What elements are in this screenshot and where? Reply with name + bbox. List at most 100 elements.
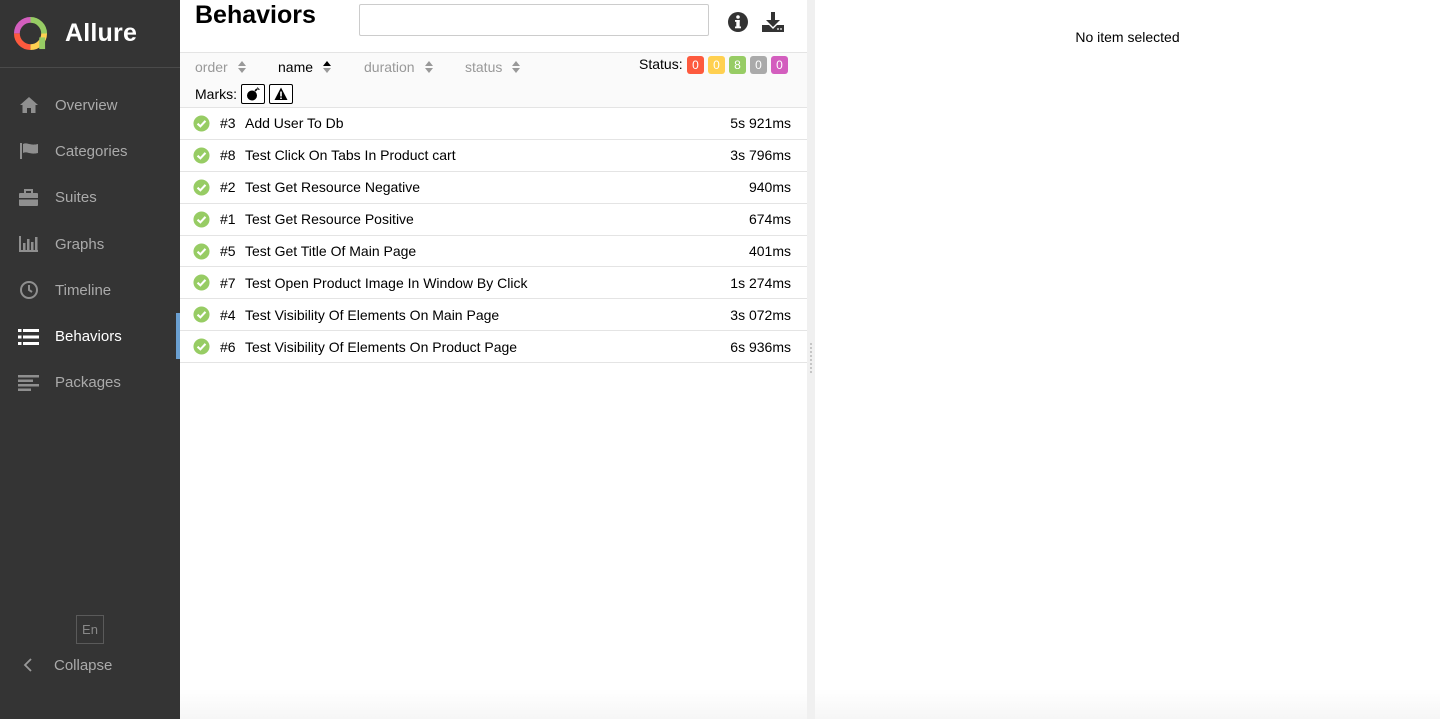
sorter-label: duration <box>364 59 415 75</box>
brand[interactable]: Allure <box>0 0 180 68</box>
test-order: #2 <box>220 179 236 196</box>
splitter-grip <box>809 342 813 374</box>
sidebar-item-categories[interactable]: Categories <box>0 128 180 174</box>
bar-chart-icon <box>18 234 39 255</box>
sidebar-item-graphs[interactable]: Graphs <box>0 221 180 267</box>
test-duration: 5s 921ms <box>730 115 791 132</box>
test-duration: 401ms <box>748 243 791 259</box>
marks-filter-label: Marks: <box>195 86 237 102</box>
test-duration: 6s 936ms <box>730 338 791 355</box>
sidebar-item-label: Graphs <box>55 235 105 253</box>
align-left-icon <box>18 372 39 393</box>
passed-check-icon <box>193 211 210 228</box>
mark-flaky-button[interactable] <box>241 84 265 104</box>
test-order: #5 <box>220 243 236 259</box>
status-badge-unknown[interactable]: 0 <box>771 56 788 74</box>
test-order: #1 <box>220 211 236 228</box>
sort-icon <box>237 61 246 73</box>
info-button[interactable] <box>726 10 750 34</box>
test-name: Test Get Resource Negative <box>245 179 421 196</box>
sorter-order[interactable]: order <box>195 59 246 75</box>
passed-check-icon <box>193 179 210 196</box>
passed-check-icon <box>193 115 210 132</box>
test-duration: 3s 072ms <box>730 306 791 323</box>
sidebar-item-timeline[interactable]: Timeline <box>0 267 180 313</box>
passed-check-icon <box>193 243 210 260</box>
sorter-label: order <box>195 59 228 75</box>
status-badge-broken[interactable]: 0 <box>708 56 725 74</box>
info-circle-icon <box>728 12 748 32</box>
warning-icon <box>274 87 288 100</box>
test-order: #4 <box>220 306 236 323</box>
test-name: Test Get Title Of Main Page <box>245 243 417 259</box>
download-icon <box>762 12 784 32</box>
chevron-left-icon <box>18 658 38 672</box>
sidebar-nav: Overview Categories Suites Graphs Timeli… <box>0 82 180 406</box>
sidebar-item-behaviors[interactable]: Behaviors <box>0 313 180 360</box>
sidebar-item-suites[interactable]: Suites <box>0 175 180 221</box>
sidebar-item-overview[interactable]: Overview <box>0 82 180 128</box>
page-title: Behaviors <box>195 1 316 29</box>
passed-check-icon <box>193 338 210 355</box>
collapse-button[interactable]: Collapse <box>18 652 112 678</box>
status-filter: 0 0 8 0 0 <box>687 56 788 74</box>
test-duration: 3s 796ms <box>730 147 791 164</box>
brand-name: Allure <box>65 19 138 47</box>
test-row[interactable]: #7 Test Open Product Image In Window By C… <box>180 267 807 300</box>
sidebar: Allure Overview Categories Suites Graphs <box>0 0 180 719</box>
test-row[interactable]: #2 Test Get Resource Negative 940ms <box>180 172 807 204</box>
sorter-duration[interactable]: duration <box>364 59 433 75</box>
sidebar-item-packages[interactable]: Packages <box>0 360 180 406</box>
sorter-name[interactable]: name <box>278 59 332 75</box>
collapse-label: Collapse <box>54 656 113 674</box>
status-badge-skipped[interactable]: 0 <box>750 56 767 74</box>
bomb-icon <box>247 87 260 101</box>
test-row[interactable]: #6 Test Visibility Of Elements On Product… <box>180 331 807 364</box>
sidebar-item-label: Timeline <box>55 281 112 299</box>
test-name: Test Click On Tabs In Product cart <box>245 147 456 164</box>
status-filter-label: Status: <box>639 56 683 72</box>
test-order: #7 <box>220 274 236 291</box>
download-button[interactable] <box>761 10 785 34</box>
search-input[interactable] <box>359 4 709 36</box>
test-tree: #3 Add User To Db 5s 921ms #8 Test Click On … <box>180 108 807 364</box>
clock-icon <box>18 280 39 301</box>
sidebar-item-label: Categories <box>55 142 128 160</box>
test-name: Test Get Resource Positive <box>245 211 414 228</box>
language-selector[interactable]: En <box>76 615 104 644</box>
sort-icon <box>512 61 521 73</box>
test-row[interactable]: #4 Test Visibility Of Elements On Main Pa… <box>180 299 807 332</box>
mark-new-failed-button[interactable] <box>269 84 293 104</box>
pane-splitter[interactable] <box>807 0 815 719</box>
test-name: Test Open Product Image In Window By Cli… <box>245 274 528 291</box>
test-name: Test Visibility Of Elements On Product P… <box>245 338 518 355</box>
test-name: Test Visibility Of Elements On Main Page <box>245 306 500 323</box>
allure-logo-icon <box>13 16 48 51</box>
test-order: #8 <box>220 147 236 164</box>
sorter-label: name <box>278 59 314 75</box>
list-icon <box>18 326 39 347</box>
sidebar-item-label: Suites <box>55 189 97 207</box>
test-duration: 940ms <box>748 179 791 196</box>
tree-pane: Behaviors order name duration status Sta… <box>180 0 807 719</box>
test-duration: 674ms <box>748 211 791 228</box>
passed-check-icon <box>193 147 210 164</box>
test-order: #3 <box>220 115 236 132</box>
test-row[interactable]: #1 Test Get Resource Positive 674ms <box>180 204 807 236</box>
passed-check-icon <box>193 274 210 291</box>
test-row[interactable]: #3 Add User To Db 5s 921ms <box>180 108 807 140</box>
sidebar-item-label: Packages <box>55 374 121 392</box>
test-order: #6 <box>220 338 236 355</box>
sorter-label: status <box>465 59 503 75</box>
test-row[interactable]: #5 Test Get Title Of Main Page 401ms <box>180 236 807 268</box>
sidebar-item-label: Overview <box>55 96 118 114</box>
passed-check-icon <box>193 306 210 323</box>
test-row[interactable]: #8 Test Click On Tabs In Product cart 3s 7… <box>180 140 807 172</box>
sort-icon <box>424 61 433 73</box>
pane-header: Behaviors <box>180 0 807 53</box>
status-badge-passed[interactable]: 8 <box>729 56 746 74</box>
sorter-status[interactable]: status <box>465 59 521 75</box>
status-badge-failed[interactable]: 0 <box>687 56 704 74</box>
detail-pane: No item selected <box>815 0 1440 719</box>
briefcase-icon <box>18 187 39 208</box>
